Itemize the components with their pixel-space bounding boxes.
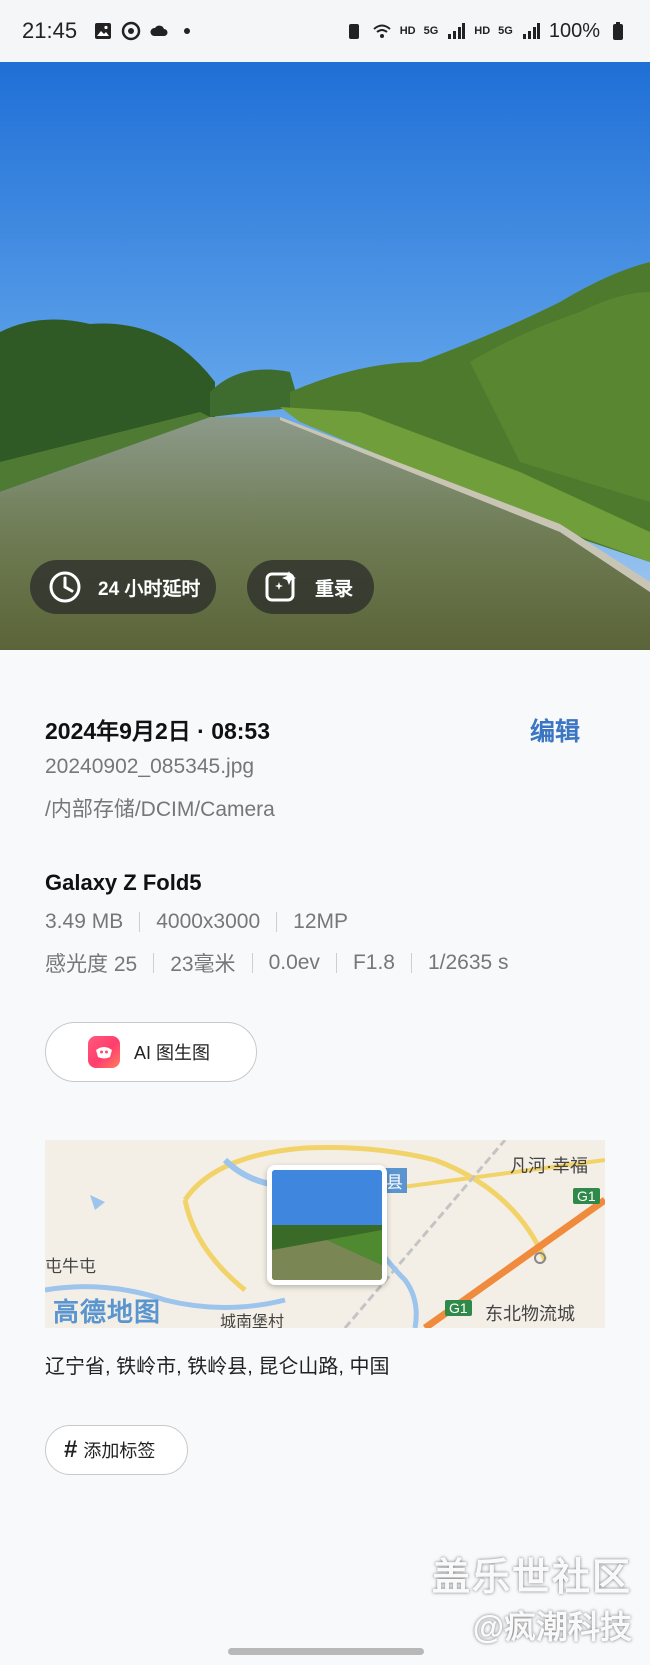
wifi-icon — [373, 24, 391, 38]
photo-preview[interactable]: 24 小时延时 重录 — [0, 62, 650, 650]
battery-percent: 100% — [548, 19, 600, 42]
add-tag-label: 添加标签 — [83, 1441, 156, 1461]
time-lapse-chip[interactable]: 24 小时延时 — [30, 560, 217, 614]
remaster-chip[interactable]: 重录 — [247, 560, 374, 614]
hd-badge: HD — [399, 25, 416, 37]
signal-icon — [448, 23, 466, 39]
time-lapse-label: 24 小时延时 — [98, 578, 201, 600]
hashtag-icon: # — [64, 1436, 78, 1463]
shutter-speed: 1/2635 s — [427, 951, 509, 974]
home-indicator[interactable] — [228, 1648, 424, 1655]
hd-badge-2: HD — [474, 25, 491, 37]
map-highway-shield-2: G1 — [445, 1300, 472, 1316]
signal-icon-2 — [522, 23, 540, 39]
megapixels: 12MP — [293, 910, 349, 933]
map-photo-thumbnail[interactable] — [267, 1165, 387, 1285]
file-specs-row: 3.49 MB 4000x3000 12MP — [45, 910, 348, 934]
map-town-label: 凡河·幸福 — [510, 1156, 588, 1176]
exposure-value: 0.0ev — [268, 951, 320, 974]
ai-button-label: AI 图生图 — [134, 1043, 211, 1063]
network-5g-label: 5G — [423, 25, 439, 37]
add-tag-button[interactable]: # 添加标签 — [45, 1425, 188, 1475]
remaster-label: 重录 — [315, 578, 354, 600]
clock-timer-icon — [49, 571, 81, 603]
battery-icon — [613, 22, 623, 40]
dot-icon — [184, 28, 191, 34]
camera-specs-row: 感光度 25 23毫米 0.0ev F1.8 1/2635 s — [45, 948, 509, 978]
map-logistics-label: 东北物流城 — [485, 1304, 575, 1324]
edit-button[interactable]: 编辑 — [530, 712, 580, 748]
map-highway-shield: G1 — [573, 1188, 600, 1204]
resolution: 4000x3000 — [156, 910, 261, 933]
status-bar: 21:45 HD 5G HD 5G 100% — [0, 0, 650, 62]
ai-app-logo-icon — [88, 1036, 120, 1068]
file-size: 3.49 MB — [45, 910, 124, 933]
location-map[interactable]: 岭县 凡河·幸福 屯牛屯 城南堡村 东北物流城 G1 G1 高德地图 — [45, 1140, 605, 1328]
status-time: 21:45 — [22, 18, 78, 43]
file-path: /内部存储/DCIM/Camera — [45, 798, 275, 821]
cloud-icon — [150, 25, 168, 36]
device-name: Galaxy Z Fold5 — [45, 870, 202, 895]
map-village-label: 屯牛屯 — [45, 1257, 96, 1276]
network-5g-label-2: 5G — [498, 25, 513, 37]
gallery-icon — [95, 23, 112, 39]
ai-image-to-image-button[interactable]: AI 图生图 — [45, 1022, 257, 1082]
focal-length: 23毫米 — [170, 953, 236, 976]
location-address: 辽宁省, 铁岭市, 铁岭县, 昆仑山路, 中国 — [45, 1356, 390, 1378]
sparkle-edit-icon — [265, 571, 296, 602]
photo-datetime: 2024年9月2日 · 08:53 — [45, 718, 271, 744]
aperture: F1.8 — [352, 951, 395, 974]
iso: 感光度 25 — [45, 953, 138, 976]
map-village-label-2: 城南堡村 — [220, 1314, 285, 1328]
sync-icon — [121, 21, 141, 41]
watermark-line2: @疯潮科技 — [472, 1609, 632, 1645]
battery-saver-icon — [348, 24, 359, 39]
watermark-line1: 盖乐世社区 — [431, 1557, 632, 1599]
map-brand-logo: 高德地图 — [53, 1297, 162, 1327]
file-name: 20240902_085345.jpg — [45, 755, 255, 778]
